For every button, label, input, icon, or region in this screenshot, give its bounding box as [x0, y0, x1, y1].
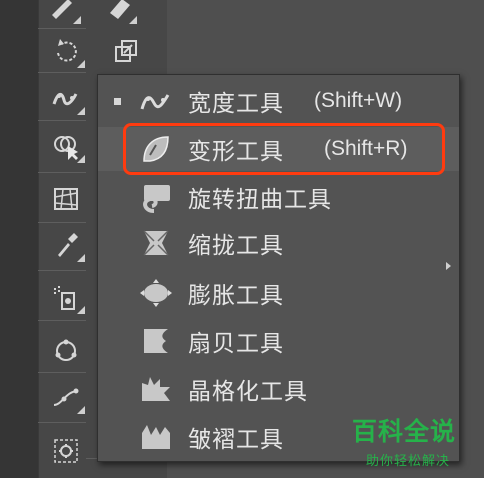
width-tool-icon [136, 83, 176, 119]
highlight-annotation [123, 123, 445, 175]
artboard-tool-button[interactable] [44, 430, 88, 472]
menu-item-crystallize-tool[interactable]: 晶格化工具 [98, 367, 459, 411]
menu-item-label: 缩拢工具 [188, 233, 284, 259]
eyedropper-tool-button[interactable] [44, 224, 88, 266]
menu-item-twirl-tool[interactable]: 旋转扭曲工具 [98, 175, 459, 219]
scallop-tool-icon [136, 323, 176, 359]
menu-item-label: 膨胀工具 [188, 283, 284, 309]
menu-item-label: 皱褶工具 [188, 427, 284, 453]
menu-item-shortcut: (Shift+W) [314, 89, 403, 112]
width-tool-button[interactable] [44, 77, 88, 119]
pen-tool-button[interactable] [40, 0, 84, 28]
menu-item-bloat-tool[interactable]: 膨胀工具 [98, 271, 459, 315]
menu-item-label: 旋转扭曲工具 [188, 187, 332, 213]
bloat-tool-icon [136, 275, 176, 311]
perspective-grid-tool-button[interactable] [44, 178, 88, 220]
artboard-icon [54, 439, 78, 463]
scale-icon [115, 40, 137, 62]
watermark-title: 百科全说 [352, 417, 457, 446]
perspective-grid-icon [54, 188, 78, 210]
curvature-tool-button[interactable] [44, 376, 88, 418]
symbol-sprayer-tool-button[interactable] [44, 276, 88, 318]
menu-item-label: 晶格化工具 [188, 379, 308, 405]
scale-tool-button[interactable] [104, 30, 148, 72]
crystallize-tool-icon [136, 371, 176, 407]
menu-item-label: 宽度工具 [188, 91, 284, 117]
chevron-right-icon [446, 262, 451, 270]
watermark-subtitle: 助你轻松解决 [366, 454, 451, 469]
shape-builder-tool-button[interactable] [44, 125, 88, 167]
menu-item-pucker-tool[interactable]: 缩拢工具 [98, 221, 459, 265]
menu-item-width-tool[interactable]: 宽度工具 (Shift+W) [98, 79, 459, 123]
menu-item-label: 扇贝工具 [188, 331, 284, 357]
eraser-tool-button[interactable] [96, 0, 140, 28]
selected-bullet [114, 97, 121, 105]
pucker-tool-icon [136, 225, 176, 261]
blend-tool-button[interactable] [44, 330, 88, 372]
rotate-tool-button[interactable] [44, 30, 88, 72]
blend-icon [55, 339, 77, 361]
menu-item-scallop-tool[interactable]: 扇贝工具 [98, 319, 459, 363]
left-edge-strip [0, 0, 38, 478]
twirl-tool-icon [136, 179, 176, 215]
wrinkle-tool-icon [136, 419, 176, 455]
watermark-logo: 百科全说 助你轻松解决 [352, 408, 478, 472]
